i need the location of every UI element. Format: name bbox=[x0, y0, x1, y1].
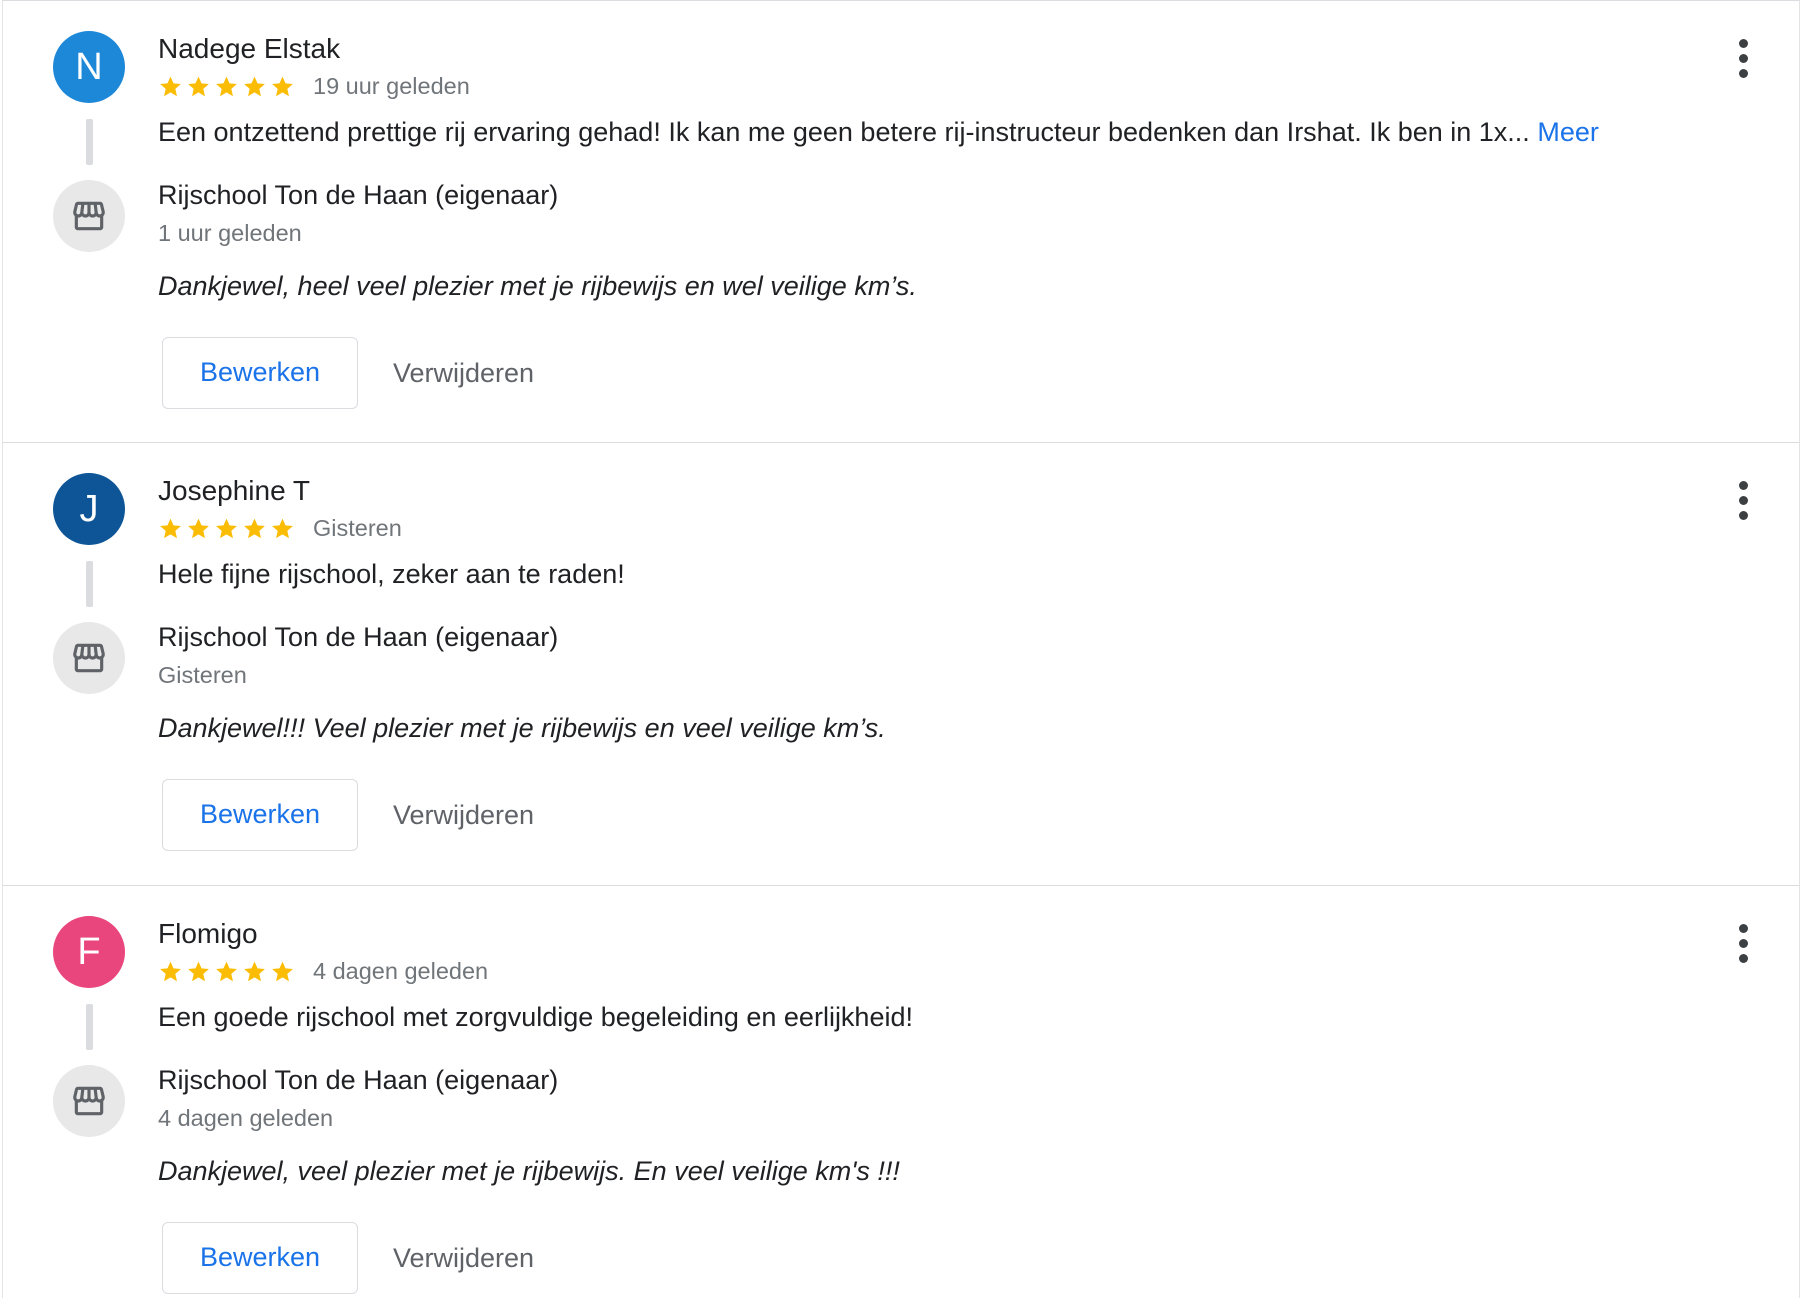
owner-avatar bbox=[53, 622, 125, 694]
more-vert-icon[interactable] bbox=[1725, 922, 1761, 970]
review-card: N Nadege Elstak 19 uur geleden Een ontze… bbox=[2, 0, 1800, 443]
star-rating bbox=[158, 516, 295, 541]
owner-reply-text: Dankjewel, veel plezier met je rijbewijs… bbox=[158, 1156, 900, 1186]
owner-reply-date: 1 uur geleden bbox=[158, 220, 302, 246]
star-icon bbox=[160, 76, 181, 96]
review-body: Hele fijne rijschool, zeker aan te raden… bbox=[158, 559, 625, 589]
owner-name: Rijschool Ton de Haan (eigenaar) bbox=[158, 622, 559, 652]
owner-reply-date: 4 dagen geleden bbox=[158, 1105, 334, 1131]
edit-reply-button[interactable]: Bewerken bbox=[162, 1222, 358, 1294]
reviewer-avatar[interactable]: J bbox=[53, 473, 125, 545]
star-icon bbox=[244, 76, 265, 96]
review-date: 19 uur geleden bbox=[313, 72, 470, 99]
thread-connector bbox=[86, 1004, 93, 1050]
owner-name: Rijschool Ton de Haan (eigenaar) bbox=[158, 180, 559, 210]
star-icon bbox=[160, 961, 181, 981]
edit-reply-button[interactable]: Bewerken bbox=[162, 337, 358, 409]
reviews-page: N Nadege Elstak 19 uur geleden Een ontze… bbox=[0, 0, 1802, 1298]
reviewer-avatar[interactable]: N bbox=[53, 31, 125, 103]
delete-reply-button[interactable]: Verwijderen bbox=[375, 1222, 552, 1294]
owner-reply-text: Dankjewel, heel veel plezier met je rijb… bbox=[158, 271, 917, 301]
storefront-icon bbox=[73, 1086, 105, 1116]
thread-connector bbox=[86, 561, 93, 607]
review-text: Een goede rijschool met zorgvuldige bege… bbox=[158, 998, 913, 1036]
edit-reply-button[interactable]: Bewerken bbox=[162, 779, 358, 851]
review-body: Een ontzettend prettige rij ervaring geh… bbox=[158, 117, 1530, 147]
star-icon bbox=[188, 961, 209, 981]
star-icon bbox=[216, 518, 237, 538]
review-text: Hele fijne rijschool, zeker aan te raden… bbox=[158, 555, 625, 593]
rating-row: 4 dagen geleden bbox=[158, 954, 488, 988]
star-rating bbox=[158, 959, 295, 984]
star-icon bbox=[272, 961, 293, 981]
star-icon bbox=[244, 518, 265, 538]
thread-connector bbox=[86, 119, 93, 165]
storefront-icon bbox=[73, 643, 105, 673]
reviewer-name[interactable]: Josephine T bbox=[158, 473, 310, 509]
star-icon bbox=[272, 518, 293, 538]
star-icon bbox=[160, 518, 181, 538]
star-icon bbox=[216, 76, 237, 96]
owner-reply-date: Gisteren bbox=[158, 662, 247, 688]
review-date: Gisteren bbox=[313, 514, 402, 541]
star-icon bbox=[244, 961, 265, 981]
review-text: Een ontzettend prettige rij ervaring geh… bbox=[158, 113, 1599, 151]
more-link[interactable]: Meer bbox=[1537, 117, 1599, 147]
rating-row: Gisteren bbox=[158, 511, 402, 545]
review-date: 4 dagen geleden bbox=[313, 957, 489, 984]
more-vert-icon[interactable] bbox=[1725, 37, 1761, 85]
review-body: Een goede rijschool met zorgvuldige bege… bbox=[158, 1002, 913, 1032]
star-rating bbox=[158, 74, 295, 99]
delete-reply-button[interactable]: Verwijderen bbox=[375, 337, 552, 409]
star-icon bbox=[188, 76, 209, 96]
storefront-icon bbox=[73, 201, 105, 231]
delete-reply-button[interactable]: Verwijderen bbox=[375, 779, 552, 851]
more-vert-icon[interactable] bbox=[1725, 479, 1761, 527]
review-card: F Flomigo 4 dagen geleden Een goede rijs… bbox=[2, 886, 1800, 1298]
reviewer-name[interactable]: Nadege Elstak bbox=[158, 31, 340, 67]
reviewer-name[interactable]: Flomigo bbox=[158, 916, 258, 952]
review-card: J Josephine T Gisteren Hele fijne rijsch… bbox=[2, 443, 1800, 886]
owner-avatar bbox=[53, 1065, 125, 1137]
star-icon bbox=[216, 961, 237, 981]
reviewer-avatar[interactable]: F bbox=[53, 916, 125, 988]
star-icon bbox=[272, 76, 293, 96]
owner-avatar bbox=[53, 180, 125, 252]
owner-name: Rijschool Ton de Haan (eigenaar) bbox=[158, 1065, 559, 1095]
rating-row: 19 uur geleden bbox=[158, 69, 470, 103]
star-icon bbox=[188, 518, 209, 538]
owner-reply-text: Dankjewel!!! Veel plezier met je rijbewi… bbox=[158, 713, 886, 743]
